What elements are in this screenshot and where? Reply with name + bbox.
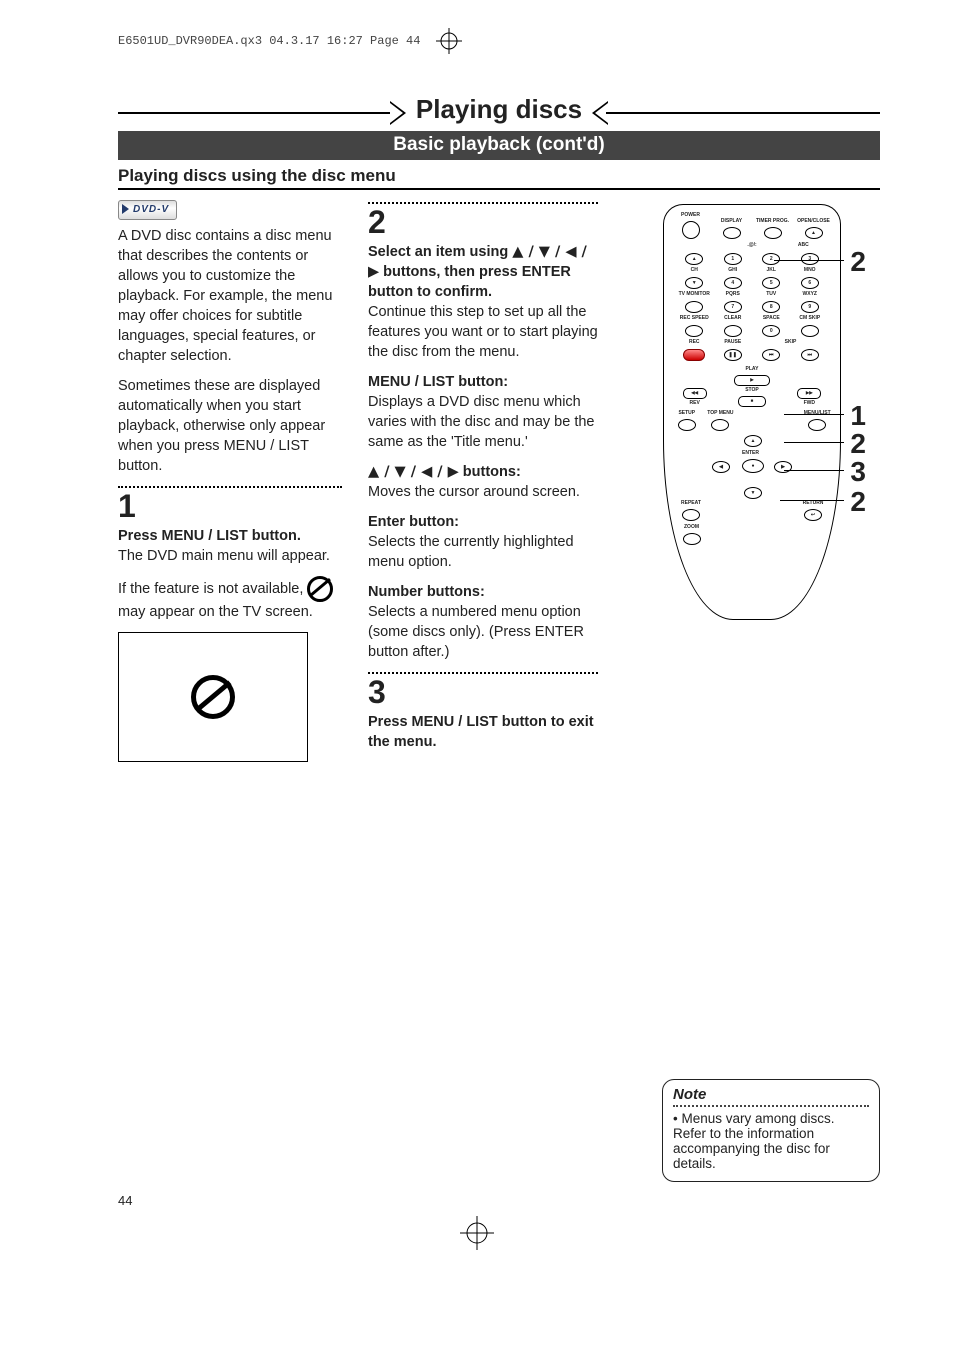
arrow-up[interactable]: ▲ bbox=[744, 435, 762, 447]
rec-button[interactable] bbox=[683, 349, 705, 361]
dvd-v-badge-icon: DVD-V bbox=[118, 200, 177, 220]
menu-list-button[interactable] bbox=[808, 419, 826, 431]
num-6[interactable]: 6 bbox=[801, 277, 819, 289]
cm-skip[interactable] bbox=[801, 325, 819, 337]
repeat-button[interactable] bbox=[682, 509, 700, 521]
step-1: Press MENU / LIST button. The DVD main m… bbox=[118, 526, 342, 566]
stop-button[interactable]: ■ bbox=[738, 396, 766, 407]
num-9[interactable]: 9 bbox=[801, 301, 819, 313]
setup-button[interactable] bbox=[678, 419, 696, 431]
note-title: Note bbox=[673, 1086, 869, 1103]
enter-desc: Enter button: Selects the currently high… bbox=[368, 512, 598, 572]
power-button[interactable] bbox=[682, 221, 700, 239]
print-slug: E6501UD_DVR90DEA.qx3 04.3.17 16:27 Page … bbox=[118, 28, 880, 54]
note-body: • Menus vary among discs. Refer to the i… bbox=[673, 1111, 869, 1171]
enter-button[interactable]: ● bbox=[742, 459, 764, 473]
ch-up[interactable]: ▲ bbox=[685, 253, 703, 265]
remote-control-illustration: POWER DISPLAY TIMER PROG. OPEN/CLOSE▲ .@… bbox=[663, 204, 841, 620]
column-1: DVD-V A DVD disc contains a disc menu th… bbox=[118, 198, 342, 762]
number-desc: Number buttons: Selects a numbered menu … bbox=[368, 582, 598, 662]
registration-mark-icon bbox=[436, 28, 462, 54]
eject-button[interactable]: ▲ bbox=[805, 227, 823, 239]
step-3-number: 3 bbox=[368, 676, 598, 708]
prohibited-icon bbox=[307, 576, 333, 602]
callout-4: 3 bbox=[784, 470, 844, 471]
tv-screen-illustration bbox=[118, 632, 308, 762]
rev-button[interactable]: ◀◀ bbox=[683, 388, 707, 399]
fwd-button[interactable]: ▶▶ bbox=[797, 388, 821, 399]
arrow-left[interactable]: ◀ bbox=[712, 461, 730, 473]
intro-p2: Sometimes these are displayed automatica… bbox=[118, 376, 342, 476]
skip-back[interactable]: ⏮ bbox=[762, 349, 780, 361]
timer-button[interactable] bbox=[764, 227, 782, 239]
callout-2: 1 bbox=[784, 414, 844, 415]
num-5[interactable]: 5 bbox=[762, 277, 780, 289]
tv-monitor[interactable] bbox=[685, 301, 703, 313]
page-number: 44 bbox=[118, 1193, 132, 1208]
prohibited-icon bbox=[191, 675, 235, 719]
num-7[interactable]: 7 bbox=[724, 301, 742, 313]
callout-5: 2 bbox=[780, 500, 844, 501]
return-button[interactable]: ↩ bbox=[804, 509, 822, 521]
arrow-down[interactable]: ▼ bbox=[744, 487, 762, 499]
menu-list-desc: MENU / LIST button: Displays a DVD disc … bbox=[368, 372, 598, 452]
divider bbox=[368, 672, 598, 674]
arrows-desc: ▲ / ▼ / ◀ / ▶ buttons: Moves the cursor … bbox=[368, 462, 598, 502]
column-3: POWER DISPLAY TIMER PROG. OPEN/CLOSE▲ .@… bbox=[624, 198, 880, 762]
divider bbox=[118, 486, 342, 488]
callout-1: 2 bbox=[774, 260, 844, 261]
arrow-right[interactable]: ▶ bbox=[774, 461, 792, 473]
zoom-button[interactable] bbox=[683, 533, 701, 545]
callout-3: 2 bbox=[784, 442, 844, 443]
num-0[interactable]: 0 bbox=[762, 325, 780, 337]
chevron-right-icon bbox=[390, 101, 406, 125]
step-1-number: 1 bbox=[118, 490, 342, 522]
num-3[interactable]: 3 bbox=[801, 253, 819, 265]
num-2[interactable]: 2 bbox=[762, 253, 780, 265]
ch-down[interactable]: ▼ bbox=[685, 277, 703, 289]
step-1-note: If the feature is not available, may app… bbox=[118, 576, 342, 622]
rec-speed[interactable] bbox=[685, 325, 703, 337]
divider bbox=[368, 202, 598, 204]
column-2: 2 Select an item using ▲ / ▼ / ◀ / ▶ but… bbox=[368, 198, 598, 762]
skip-fwd[interactable]: ⏭ bbox=[801, 349, 819, 361]
step-3: Press MENU / LIST button to exit the men… bbox=[368, 712, 598, 752]
clear-button[interactable] bbox=[724, 325, 742, 337]
intro-p1: A DVD disc contains a disc menu that des… bbox=[118, 226, 342, 366]
play-button[interactable]: ▶ bbox=[734, 375, 770, 386]
step-2-number: 2 bbox=[368, 206, 598, 238]
chapter-title: Playing discs bbox=[402, 90, 596, 129]
num-8[interactable]: 8 bbox=[762, 301, 780, 313]
display-button[interactable] bbox=[723, 227, 741, 239]
registration-mark-icon bbox=[460, 1216, 494, 1250]
section-bar: Basic playback (cont'd) bbox=[118, 131, 880, 160]
chapter-title-row: Playing discs bbox=[118, 90, 880, 129]
num-4[interactable]: 4 bbox=[724, 277, 742, 289]
num-1[interactable]: 1 bbox=[724, 253, 742, 265]
section-heading: Playing discs using the disc menu bbox=[118, 166, 880, 190]
d-pad: ENTER ▲ ▼ ◀ ▶ ● bbox=[704, 435, 800, 499]
step-2: Select an item using ▲ / ▼ / ◀ / ▶ butto… bbox=[368, 242, 598, 362]
note-box: Note • Menus vary among discs. Refer to … bbox=[662, 1079, 880, 1182]
top-menu-button[interactable] bbox=[711, 419, 729, 431]
pause-button[interactable]: ❚❚ bbox=[724, 349, 742, 361]
